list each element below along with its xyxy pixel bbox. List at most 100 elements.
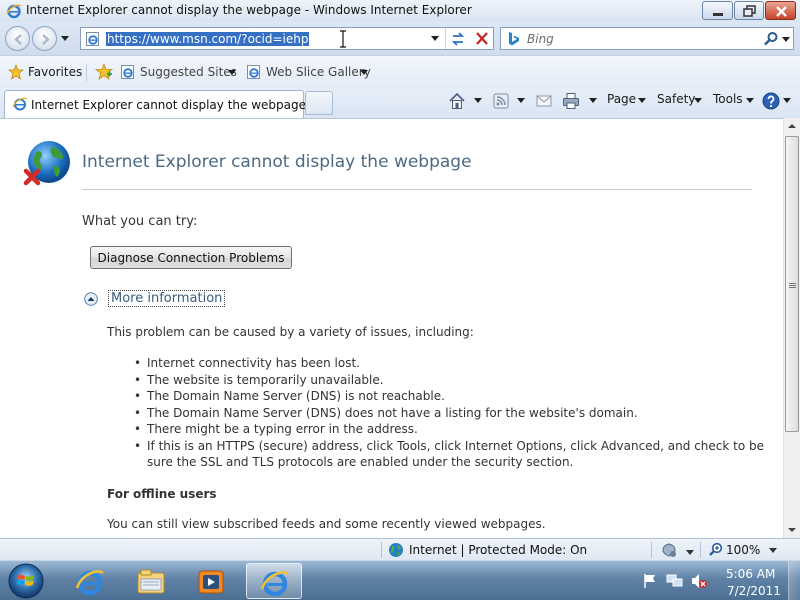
restore-icon xyxy=(743,5,756,17)
recent-pages-dropdown[interactable] xyxy=(61,36,69,41)
chevron-down-icon xyxy=(746,98,754,103)
chevron-down-icon xyxy=(694,98,702,103)
print-dropdown[interactable] xyxy=(589,98,597,103)
safety-dropdown[interactable] xyxy=(686,550,694,555)
close-window-button[interactable] xyxy=(765,1,796,20)
list-item: The Domain Name Server (DNS) does not ha… xyxy=(134,405,764,422)
minimize-icon xyxy=(713,13,723,16)
help-dropdown[interactable] xyxy=(783,98,791,103)
favorites-bar: Favorites Suggested Sites Web Slice Gall… xyxy=(0,55,800,88)
safety-icon[interactable] xyxy=(660,542,678,558)
scrollbar-thumb[interactable] xyxy=(785,136,799,432)
page-title: Internet Explorer cannot display the web… xyxy=(82,152,472,172)
read-mail-icon[interactable] xyxy=(536,94,552,108)
divider xyxy=(445,28,446,49)
scroll-up-icon[interactable] xyxy=(784,118,800,135)
text-cursor-icon xyxy=(340,30,346,48)
divider xyxy=(651,542,652,558)
volume-muted-icon[interactable] xyxy=(690,573,708,589)
address-dropdown[interactable] xyxy=(431,36,439,41)
start-button[interactable] xyxy=(6,562,46,600)
title-bar[interactable]: Internet Explorer cannot display the web… xyxy=(0,0,800,22)
bing-icon xyxy=(509,32,519,46)
zoom-dropdown[interactable] xyxy=(769,548,777,553)
divider xyxy=(82,189,752,190)
vertical-scrollbar[interactable] xyxy=(783,118,800,538)
search-icon[interactable] xyxy=(763,31,779,47)
clock-date[interactable]: 7/2/2011 xyxy=(727,584,781,598)
zoom-icon xyxy=(709,542,723,556)
tools-menu-label: Tools xyxy=(713,92,743,106)
status-bar: Internet | Protected Mode: On 100% xyxy=(0,538,800,560)
help-icon[interactable] xyxy=(762,92,780,110)
web-slice-gallery-label: Web Slice Gallery xyxy=(266,65,371,79)
taskbar: 5:06 AM 7/2/2011 xyxy=(0,560,800,600)
windows-explorer-icon xyxy=(137,569,165,594)
new-tab-button[interactable] xyxy=(305,91,333,115)
favorites-button[interactable]: Favorites xyxy=(8,64,82,81)
page-menu-label: Page xyxy=(607,92,637,106)
list-item: The website is temporarily unavailable. xyxy=(134,372,764,389)
safety-menu[interactable]: Safety xyxy=(657,88,705,112)
divider xyxy=(381,542,382,558)
taskbar-internet-explorer[interactable] xyxy=(62,563,118,599)
suggested-sites-label: Suggested Sites xyxy=(140,65,237,79)
list-item: Internet connectivity has been lost. xyxy=(134,355,764,372)
internet-explorer-icon xyxy=(6,4,22,19)
web-slice-gallery-button[interactable]: Web Slice Gallery xyxy=(246,65,371,81)
taskbar-media-player[interactable] xyxy=(183,563,239,599)
more-information-link[interactable]: More information xyxy=(108,290,226,307)
star-icon xyxy=(8,64,24,80)
favorites-label: Favorites xyxy=(28,65,83,79)
ie-page-icon xyxy=(12,97,28,111)
address-url[interactable]: https://www.msn.com/?ocid=iehp xyxy=(106,32,310,46)
ie-page-icon xyxy=(121,65,134,79)
address-bar[interactable]: https://www.msn.com/?ocid=iehp xyxy=(80,27,494,50)
feeds-dropdown[interactable] xyxy=(517,98,525,103)
feeds-icon[interactable] xyxy=(493,93,509,109)
suggested-sites-button[interactable]: Suggested Sites xyxy=(120,65,238,81)
back-button[interactable] xyxy=(5,26,30,51)
search-providers-dropdown[interactable] xyxy=(782,37,790,42)
ie-page-icon xyxy=(86,32,99,46)
causes-list: Internet connectivity has been lost. The… xyxy=(134,355,764,471)
maximize-button[interactable] xyxy=(734,1,764,20)
internet-explorer-icon xyxy=(75,570,104,596)
home-dropdown[interactable] xyxy=(474,98,482,103)
tab-active[interactable]: Internet Explorer cannot display the web… xyxy=(4,90,306,118)
internet-explorer-icon xyxy=(260,571,289,597)
chevron-down-icon xyxy=(360,70,368,75)
chevron-down-icon xyxy=(638,98,646,103)
list-item: The Domain Name Server (DNS) is not reac… xyxy=(134,388,764,405)
search-box[interactable]: Bing xyxy=(500,27,794,50)
print-icon[interactable] xyxy=(562,92,580,110)
chevron-down-icon xyxy=(228,70,236,75)
tools-menu[interactable]: Tools xyxy=(713,88,757,112)
scroll-down-icon[interactable] xyxy=(784,521,800,538)
offline-heading: For offline users xyxy=(107,487,217,501)
taskbar-windows-explorer[interactable] xyxy=(123,563,179,599)
home-icon[interactable] xyxy=(447,92,467,110)
refresh-icon[interactable] xyxy=(448,30,468,48)
add-to-favorites-bar-icon[interactable] xyxy=(95,63,113,81)
zone-label: Internet | Protected Mode: On xyxy=(409,543,588,557)
clock-time[interactable]: 5:06 AM xyxy=(726,567,775,581)
tab-bar: Internet Explorer cannot display the web… xyxy=(0,88,800,118)
action-center-flag-icon[interactable] xyxy=(642,573,658,589)
divider xyxy=(700,542,701,558)
tab-label: Internet Explorer cannot display the web… xyxy=(31,98,306,112)
page-menu[interactable]: Page xyxy=(607,88,649,112)
forward-button[interactable] xyxy=(32,26,57,51)
stop-icon[interactable] xyxy=(472,30,492,48)
show-desktop-button[interactable] xyxy=(788,561,800,600)
list-item: If this is an HTTPS (secure) address, cl… xyxy=(134,438,764,471)
what-you-can-try-label: What you can try: xyxy=(82,214,198,229)
diagnose-connection-button[interactable]: Diagnose Connection Problems xyxy=(90,246,292,269)
globe-icon xyxy=(389,543,403,557)
network-icon[interactable] xyxy=(666,573,684,589)
taskbar-internet-explorer-active[interactable] xyxy=(246,563,302,599)
collapse-arrow-icon[interactable] xyxy=(84,292,98,306)
minimize-button[interactable] xyxy=(702,1,733,20)
list-item: There might be a typing error in the add… xyxy=(134,421,764,438)
back-arrow-icon xyxy=(14,34,22,45)
